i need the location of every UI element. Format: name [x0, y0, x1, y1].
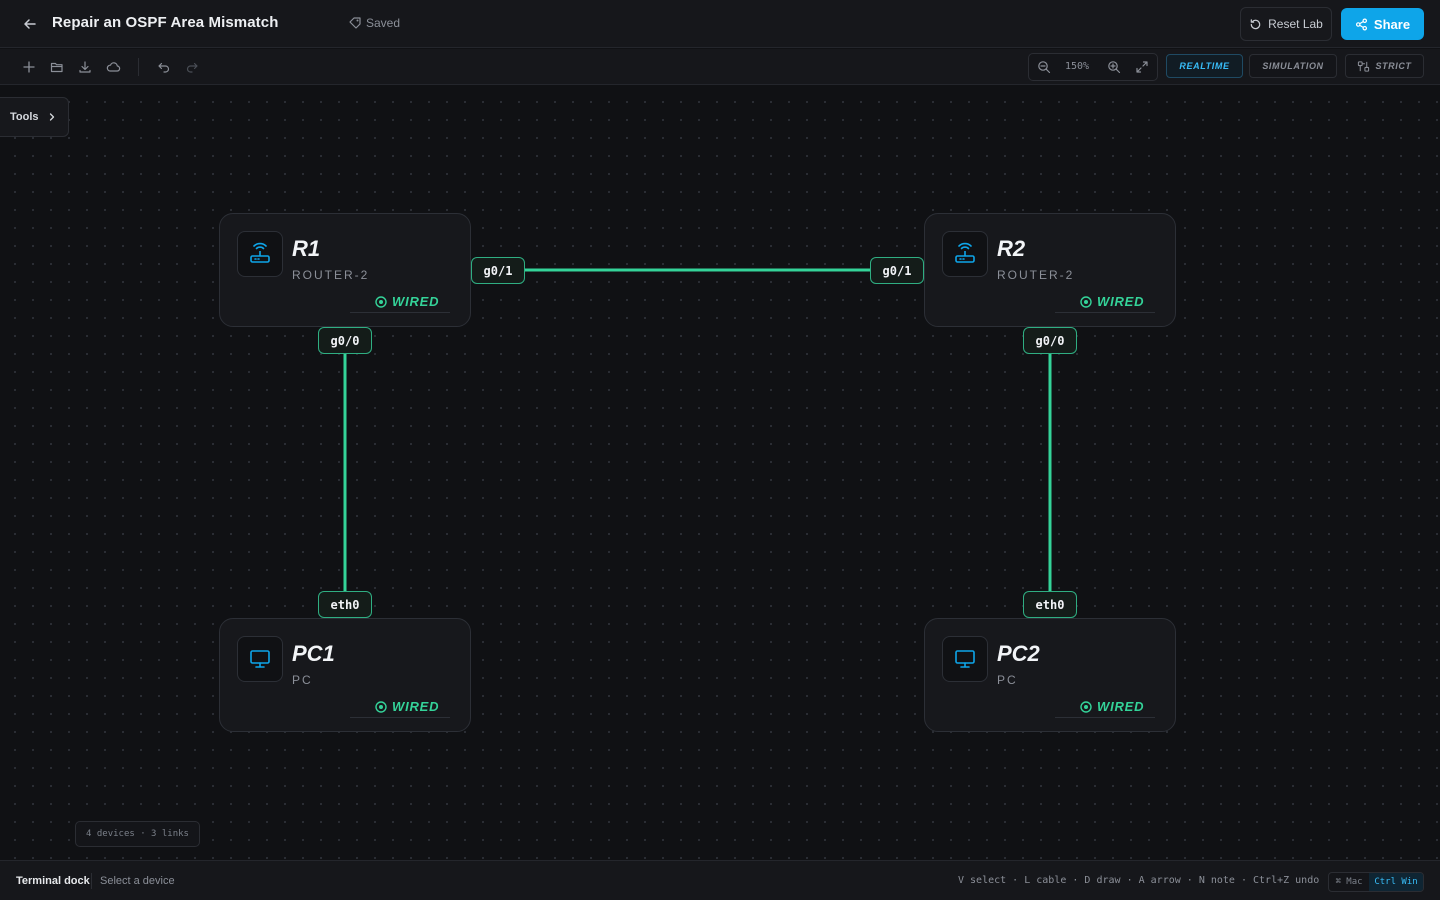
status-divider [350, 312, 450, 313]
status-label: WIRED [1097, 294, 1145, 309]
header-bar: Repair an OSPF Area Mismatch Saved Reset… [0, 0, 1440, 48]
redo-icon [186, 62, 198, 73]
reset-lab-button[interactable]: Reset Lab [1240, 7, 1332, 41]
device-node-r2[interactable]: R2 ROUTER-2 WIRED [924, 213, 1176, 327]
status-divider [1055, 312, 1155, 313]
zoom-out-icon [1038, 61, 1051, 74]
status-label: WIRED [392, 294, 440, 309]
status-label: WIRED [392, 699, 440, 714]
mode-simulation-button[interactable]: SIMULATION [1249, 54, 1337, 78]
status-dot-icon [375, 295, 387, 308]
port-pc2-eth0[interactable]: eth0 [1023, 591, 1077, 618]
download-icon [79, 61, 91, 73]
link-status-badge: WIRED [1080, 699, 1144, 714]
os-shortcut-toggle: ⌘ Mac Ctrl Win [1328, 872, 1424, 892]
device-type: PC [292, 673, 313, 687]
zoom-controls: 150% [1028, 53, 1158, 81]
new-button[interactable] [20, 58, 38, 76]
undo-button[interactable] [155, 58, 173, 76]
os-mac-option[interactable]: ⌘ Mac [1329, 873, 1369, 891]
link-status-badge: WIRED [375, 294, 439, 309]
share-label: Share [1373, 16, 1411, 32]
device-name: R1 [292, 236, 321, 261]
status-dot-icon [1080, 700, 1092, 713]
mode-realtime-label: REALTIME [1179, 61, 1230, 71]
toolbar-divider [138, 58, 139, 76]
os-win-option[interactable]: Ctrl Win [1369, 873, 1423, 891]
mode-strict-button[interactable]: STRICT [1345, 54, 1424, 78]
status-dot-icon [375, 700, 387, 713]
device-type: ROUTER-2 [997, 268, 1075, 282]
router-icon-box [942, 231, 988, 277]
link-status-badge: WIRED [1080, 294, 1144, 309]
port-pc1-eth0[interactable]: eth0 [318, 591, 372, 618]
device-node-pc1[interactable]: PC1 PC WIRED [219, 618, 471, 732]
router-icon [955, 242, 975, 263]
mode-strict-label: STRICT [1375, 61, 1412, 71]
dock-status: Select a device [100, 875, 175, 887]
download-button[interactable] [76, 58, 94, 76]
lab-title: Repair an OSPF Area Mismatch [52, 14, 279, 31]
share-button[interactable]: Share [1341, 8, 1424, 40]
monitor-icon [955, 650, 975, 668]
mode-realtime-button[interactable]: REALTIME [1166, 54, 1243, 78]
arrow-left-icon [24, 19, 36, 29]
terminal-dock: Terminal dock Select a device V select ·… [0, 860, 1440, 900]
zoom-level: 150% [1065, 61, 1090, 72]
router-icon [250, 242, 270, 263]
back-button[interactable] [20, 14, 40, 34]
pc-icon-box [237, 636, 283, 682]
links-layer [343, 268, 1052, 591]
zoom-in-icon [1108, 61, 1121, 74]
zoom-out-button[interactable] [1035, 58, 1053, 76]
port-r1-g0-0[interactable]: g0/0 [318, 327, 372, 354]
status-divider [350, 717, 450, 718]
topology-counts: 4 devices · 3 links [75, 821, 200, 847]
plus-icon [23, 61, 35, 73]
keyboard-shortcuts: V select · L cable · D draw · A arrow · … [958, 875, 1320, 886]
redo-button[interactable] [183, 58, 201, 76]
chevron-right-icon [49, 113, 54, 121]
device-name: PC1 [292, 641, 335, 666]
tools-label: Tools [10, 111, 39, 123]
router-icon-box [237, 231, 283, 277]
topology-canvas[interactable]: Tools R1 ROUTER-2 WIRED R2 ROUTER-2 WIRE… [0, 85, 1440, 860]
dock-divider [91, 873, 92, 889]
monitor-icon [250, 650, 270, 668]
strict-icon [1358, 60, 1370, 72]
reset-lab-label: Reset Lab [1268, 17, 1323, 31]
port-r2-g0-1[interactable]: g0/1 [870, 257, 924, 284]
device-name: R2 [997, 236, 1026, 261]
zoom-in-button[interactable] [1105, 58, 1123, 76]
cloud-check-icon [349, 17, 361, 29]
expand-icon [1136, 61, 1148, 73]
rotate-ccw-icon [1250, 18, 1261, 29]
cloud-save-button[interactable] [104, 58, 122, 76]
status-dot-icon [1080, 295, 1092, 308]
open-button[interactable] [48, 58, 66, 76]
device-type: ROUTER-2 [292, 268, 370, 282]
mode-simulation-label: SIMULATION [1262, 61, 1324, 71]
port-r2-g0-0[interactable]: g0/0 [1023, 327, 1077, 354]
pc-icon-box [942, 636, 988, 682]
undo-icon [158, 62, 170, 73]
dock-title[interactable]: Terminal dock [16, 875, 90, 887]
folder-open-icon [50, 62, 63, 73]
toolbar: 150% REALTIME SIMULATION STRICT [0, 49, 1440, 85]
cloud-icon [106, 62, 120, 72]
device-node-r1[interactable]: R1 ROUTER-2 WIRED [219, 213, 471, 327]
tools-panel-toggle[interactable]: Tools [0, 97, 69, 137]
device-name: PC2 [997, 641, 1040, 666]
port-r1-g0-1[interactable]: g0/1 [471, 257, 525, 284]
device-type: PC [997, 673, 1018, 687]
device-node-pc2[interactable]: PC2 PC WIRED [924, 618, 1176, 732]
fit-view-button[interactable] [1133, 58, 1151, 76]
share-icon [1355, 18, 1367, 30]
status-divider [1055, 717, 1155, 718]
saved-label: Saved [366, 16, 401, 30]
save-status: Saved [348, 16, 400, 30]
status-label: WIRED [1097, 699, 1145, 714]
link-status-badge: WIRED [375, 699, 439, 714]
